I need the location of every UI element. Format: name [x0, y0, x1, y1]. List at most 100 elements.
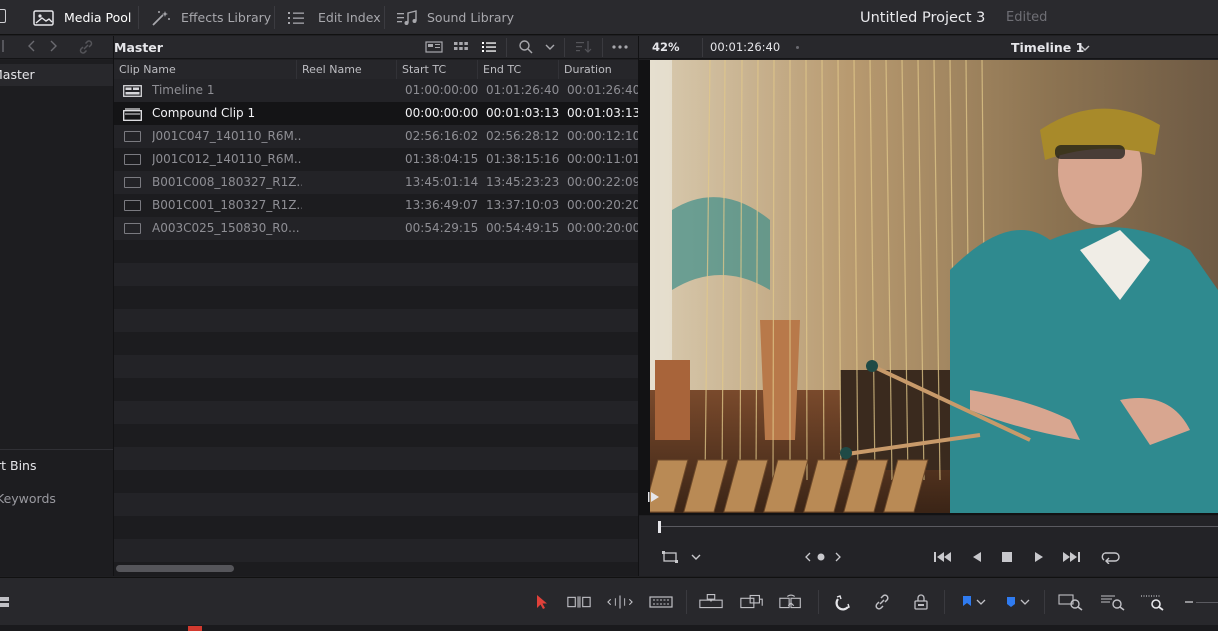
video-frame[interactable]	[650, 60, 1218, 513]
table-row[interactable]: B001C001_180327_R1Z... 13:36:49:07 13:37:1…	[114, 194, 638, 217]
nav-back-icon[interactable]	[27, 39, 37, 57]
video-clip-icon	[124, 223, 141, 234]
table-row[interactable]: Compound Clip 1 00:00:00:00 00:01:03:13 00:…	[114, 102, 638, 125]
duration-cell: 00:00:22:09	[567, 175, 638, 189]
clip-list: Clip Name Reel Name Start TC End TC Dura…	[114, 60, 638, 576]
column-header-start-tc[interactable]: Start TC	[397, 60, 478, 79]
duration-cell: 00:00:20:20	[567, 198, 638, 212]
video-clip-icon	[124, 131, 141, 142]
zoom-detail-icon[interactable]	[1100, 592, 1126, 612]
zoom-custom-icon[interactable]	[1140, 592, 1166, 612]
timeline-ruler[interactable]	[0, 625, 1218, 631]
row-stripe	[114, 401, 638, 424]
toolbar-divider	[384, 6, 385, 29]
bin-master[interactable]: Master	[0, 64, 113, 86]
table-row[interactable]: J001C047_140110_R6M... 02:56:16:02 02:56:2…	[114, 125, 638, 148]
trim-edit-icon[interactable]	[566, 592, 592, 612]
media-pool-button[interactable]: Media Pool	[33, 0, 131, 35]
column-header-end-tc[interactable]: End TC	[478, 60, 559, 79]
overwrite-clip-icon[interactable]	[739, 592, 765, 612]
layout-icon[interactable]	[0, 592, 16, 612]
clip-name-cell: B001C001_180327_R1Z...	[152, 198, 302, 212]
row-stripe	[114, 378, 638, 401]
start-tc-cell: 00:00:00:00	[405, 106, 479, 120]
sort-icon[interactable]	[575, 40, 593, 57]
viewer-timeline-name[interactable]: Timeline 1	[1011, 36, 1084, 59]
end-tc-cell: 00:54:49:15	[486, 221, 560, 235]
column-header-reel-name[interactable]: Reel Name	[297, 60, 397, 79]
play-marker-icon[interactable]	[647, 490, 661, 507]
project-status: Edited	[1006, 10, 1048, 25]
next-clip-icon[interactable]	[827, 547, 849, 567]
row-stripe	[114, 263, 638, 286]
blade-edit-icon[interactable]	[648, 592, 674, 612]
safe-area-icon[interactable]	[659, 547, 681, 567]
column-header-clip-name[interactable]: Clip Name	[114, 60, 297, 79]
sound-library-button[interactable]: Sound Library	[396, 0, 514, 35]
table-row[interactable]: A003C025_150830_R0... 00:54:29:15 00:54:49…	[114, 217, 638, 240]
bins-divider	[0, 449, 113, 450]
start-tc-cell: 00:54:29:15	[405, 221, 479, 235]
chevron-down-icon[interactable]	[1018, 592, 1032, 612]
loop-icon[interactable]	[1099, 547, 1121, 567]
zoom-slider[interactable]	[1196, 602, 1218, 603]
dynamic-trim-icon[interactable]	[607, 592, 633, 612]
transport-panel	[639, 516, 1218, 576]
project-title: Untitled Project 3	[860, 9, 986, 26]
chevron-down-icon[interactable]	[974, 592, 988, 612]
compound-clip-icon	[123, 108, 142, 121]
clip-name-cell: B001C008_180327_R1Z...	[152, 175, 302, 189]
effects-library-button[interactable]: Effects Library	[150, 0, 271, 35]
smart-bins-label[interactable]: rt Bins	[0, 458, 37, 473]
table-row[interactable]: Timeline 1 01:00:00:00 01:01:26:40 00:01:26…	[114, 79, 638, 102]
go-to-end-icon[interactable]	[1060, 547, 1082, 567]
edit-index-button[interactable]: Edit Index	[287, 0, 381, 35]
play-reverse-icon[interactable]	[966, 547, 988, 567]
play-icon[interactable]	[1028, 547, 1050, 567]
linked-selection-icon[interactable]	[869, 592, 895, 612]
table-row[interactable]: B001C008_180327_R1Z... 13:45:01:14 13:45:2…	[114, 171, 638, 194]
thumbnail-view-icon[interactable]	[425, 40, 443, 57]
table-row[interactable]: J001C012_140110_R6M... 01:38:04:15 01:38:1…	[114, 148, 638, 171]
bin-label: Master	[0, 67, 35, 82]
toolbar-divider	[274, 6, 275, 29]
duration-cell: 00:00:20:00	[567, 221, 638, 235]
clip-name-cell: J001C012_140110_R6M...	[152, 152, 302, 166]
insert-clip-icon[interactable]	[698, 592, 724, 612]
chevron-down-icon[interactable]	[1079, 42, 1091, 56]
chevron-down-icon[interactable]	[544, 41, 556, 55]
clip-name-cell: A003C025_150830_R0...	[152, 221, 300, 235]
sound-library-label: Sound Library	[427, 10, 515, 25]
go-to-start-icon[interactable]	[932, 547, 954, 567]
header-divider	[702, 38, 703, 57]
header-divider	[564, 38, 565, 57]
viewer-timecode[interactable]: 00:01:26:40	[710, 36, 780, 59]
more-options-icon[interactable]	[611, 40, 629, 57]
zoom-level[interactable]: 42%	[652, 36, 680, 59]
grid-view-icon[interactable]	[453, 40, 469, 57]
duration-cell: 00:00:11:01	[567, 152, 638, 166]
search-icon[interactable]	[518, 39, 534, 58]
duration-cell: 00:00:12:10	[567, 129, 638, 143]
horizontal-scrollbar[interactable]	[116, 565, 234, 572]
panel-toggle-icon[interactable]	[0, 9, 6, 23]
selection-arrow-icon[interactable]	[528, 592, 554, 612]
list-view-icon[interactable]	[481, 40, 497, 57]
playhead[interactable]	[658, 521, 661, 533]
link-icon[interactable]	[78, 39, 94, 59]
nav-forward-icon[interactable]	[48, 39, 58, 57]
timeline-playhead-marker[interactable]	[188, 626, 202, 631]
scrubber-track[interactable]	[658, 526, 1218, 527]
header-divider	[506, 38, 507, 57]
sidebar-toggle-icon[interactable]	[2, 39, 12, 57]
replace-clip-icon[interactable]	[778, 592, 804, 612]
chevron-down-icon[interactable]	[685, 547, 707, 567]
zoom-full-icon[interactable]	[1058, 592, 1084, 612]
stop-icon[interactable]	[996, 547, 1018, 567]
clip-name-cell: Timeline 1	[152, 83, 215, 97]
position-lock-icon[interactable]	[908, 592, 934, 612]
edit-toolbar	[0, 577, 1218, 625]
keywords-label[interactable]: Keywords	[0, 491, 56, 506]
column-header-duration[interactable]: Duration	[559, 60, 638, 79]
snapping-magnet-icon[interactable]	[830, 592, 856, 612]
